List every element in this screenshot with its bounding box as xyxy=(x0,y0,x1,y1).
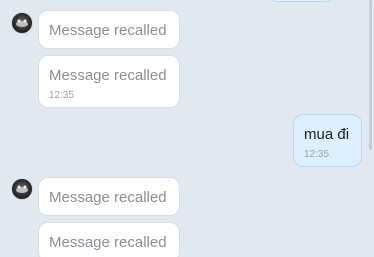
message-text: Message recalled xyxy=(49,234,167,251)
message-bubble[interactable]: Message recalled 12:35 xyxy=(38,55,180,108)
message-bubble[interactable]: Message recalled xyxy=(38,177,180,216)
my-message-bubble[interactable]: mua đi 12:35 xyxy=(293,114,362,167)
avatar-icon xyxy=(16,19,28,27)
avatar-icon xyxy=(16,185,28,193)
message-text: Message recalled xyxy=(49,189,167,206)
sender-avatar[interactable] xyxy=(11,178,33,200)
message-bubble[interactable]: Message recalled xyxy=(38,222,180,257)
message-time: 12:35 xyxy=(304,149,330,160)
message-bubble-partial[interactable] xyxy=(268,0,334,2)
sender-avatar[interactable] xyxy=(11,12,33,34)
message-text: Message recalled xyxy=(49,22,167,39)
message-text: mua đi xyxy=(304,126,350,143)
message-time: 12:35 xyxy=(49,90,75,101)
scrollbar[interactable] xyxy=(369,0,372,150)
chat-area[interactable]: Message recalled Message recalled 12:35 … xyxy=(0,0,374,257)
message-bubble[interactable]: Message recalled xyxy=(38,10,180,49)
message-text: Message recalled xyxy=(49,67,167,84)
